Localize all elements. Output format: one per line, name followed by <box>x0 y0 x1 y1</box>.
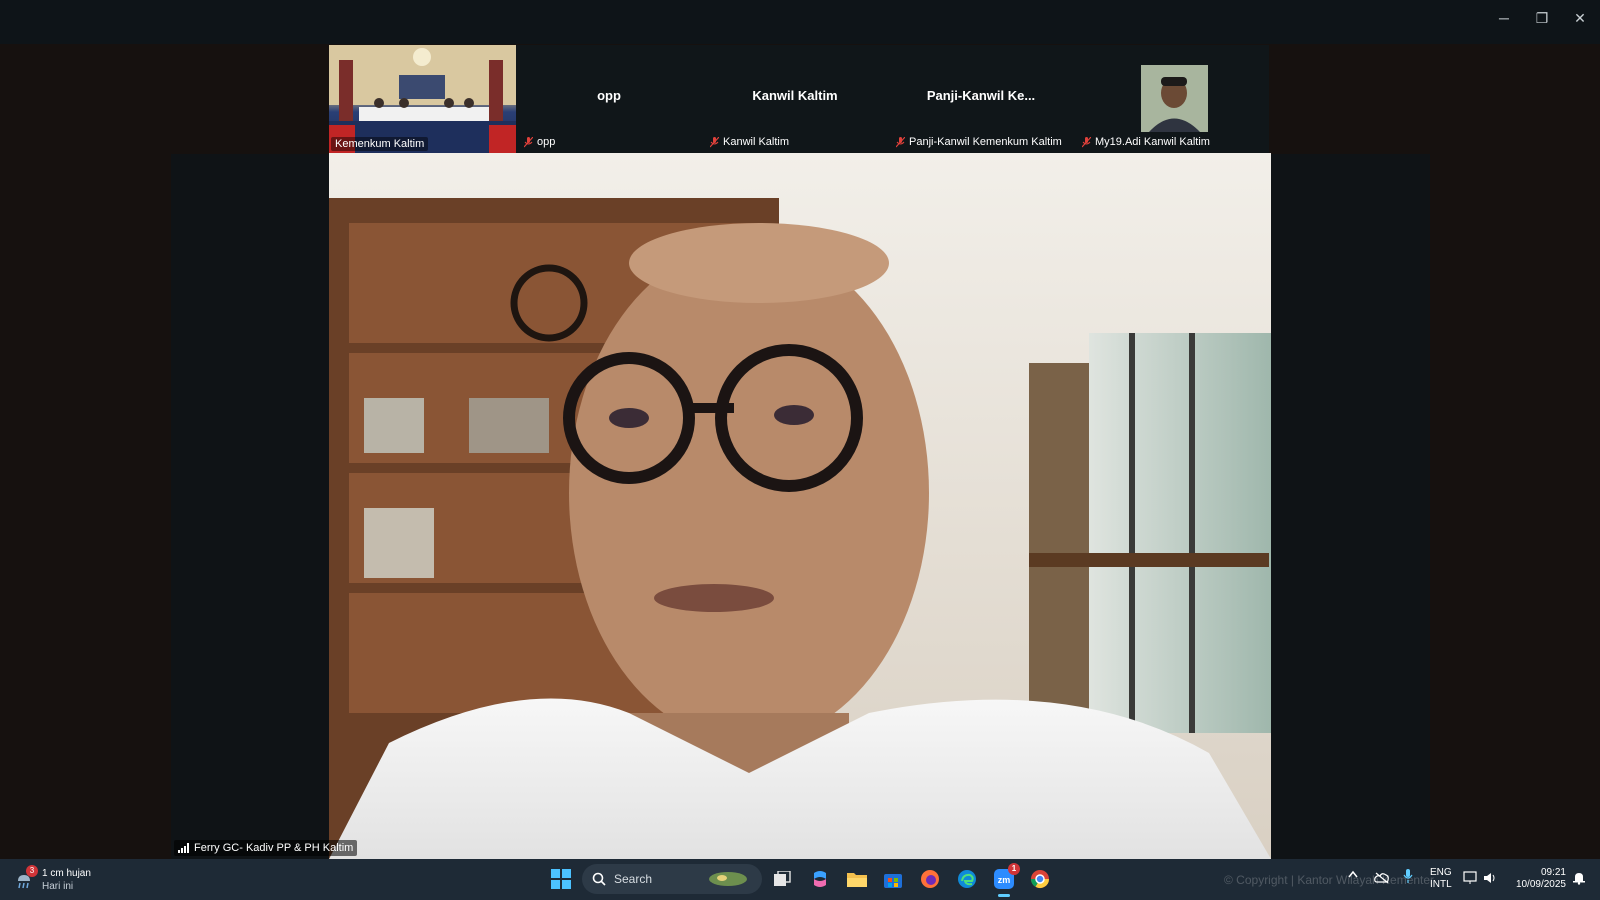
minimize-button[interactable]: ─ <box>1486 6 1522 30</box>
taskbar-search[interactable]: Search <box>582 864 762 894</box>
tray-overflow-button[interactable] <box>1348 869 1358 881</box>
active-app-indicator <box>998 894 1010 897</box>
participant-tile-opp[interactable]: opp opp <box>516 45 702 153</box>
participant-name: opp <box>537 136 556 148</box>
network-icon <box>1463 871 1477 884</box>
participant-name: My19.Adi Kanwil Kaltim <box>1095 136 1210 148</box>
participant-label: My19.Adi Kanwil Kaltim <box>1078 135 1214 149</box>
edge-icon <box>958 870 976 888</box>
participant-tile-kanwil-kaltim[interactable]: Kanwil Kaltim Kanwil Kaltim <box>702 45 888 153</box>
volume-button[interactable] <box>1483 871 1497 889</box>
person-avatar-image <box>1141 65 1208 132</box>
zoom-badge: 1 <box>1008 863 1020 875</box>
mic-muted-icon <box>710 136 719 147</box>
windows-taskbar: 3 1 cm hujan Hari ini Search zm 1 © Copy… <box>0 859 1600 900</box>
close-button[interactable]: ✕ <box>1562 6 1598 30</box>
speaker-volume-icon <box>1484 873 1495 883</box>
minimize-icon: ─ <box>1499 10 1509 26</box>
clock[interactable]: 09:21 10/09/2025 <box>1508 867 1566 891</box>
participant-name: Panji-Kanwil Kemenkum Kaltim <box>909 136 1062 148</box>
language-line1: ENG <box>1430 867 1452 878</box>
mic-muted-icon <box>896 136 905 147</box>
chrome-icon <box>1031 870 1049 889</box>
mic-muted-icon <box>524 136 533 147</box>
gallery-strip: Kemenkum Kaltim opp opp Kanwil Kaltim Ka… <box>329 45 1269 153</box>
restore-button[interactable]: ❐ <box>1524 6 1560 30</box>
start-button[interactable] <box>549 867 573 891</box>
search-icon <box>592 872 606 886</box>
close-icon: ✕ <box>1574 9 1586 26</box>
notifications-button[interactable] <box>1572 871 1586 890</box>
firefox-button[interactable] <box>918 867 942 891</box>
cloud-offline-icon <box>1374 872 1389 884</box>
firefox-icon <box>921 870 939 888</box>
speaker-name-label: Ferry GC- Kadiv PP & PH Kaltim <box>174 840 358 856</box>
speaker-video-frame <box>329 153 1271 859</box>
participant-tile-kemenkum-kaltim[interactable]: Kemenkum Kaltim <box>329 45 516 153</box>
participant-label: Kemenkum Kaltim <box>331 137 429 151</box>
participant-name: Kanwil Kaltim <box>723 136 790 148</box>
copilot-icon <box>814 871 826 887</box>
weather-line1: 1 cm hujan <box>42 868 91 879</box>
active-speaker-video <box>329 153 1271 859</box>
participant-tile-panji[interactable]: Panji-Kanwil Ke... Panji-Kanwil Kemenkum… <box>888 45 1074 153</box>
participant-label: opp <box>520 135 559 149</box>
edge-button[interactable] <box>955 867 979 891</box>
clock-date: 10/09/2025 <box>1515 879 1566 890</box>
participant-display-name: Kanwil Kaltim <box>752 88 838 103</box>
signal-bars-icon <box>178 843 189 853</box>
mic-muted-icon <box>1082 136 1091 147</box>
file-explorer-icon <box>847 873 867 887</box>
store-icon <box>884 874 902 888</box>
microphone-icon <box>1403 869 1413 883</box>
participant-name: Kemenkum Kaltim <box>335 138 425 150</box>
chrome-button[interactable] <box>1028 867 1052 891</box>
participant-label: Kanwil Kaltim <box>706 135 793 149</box>
speaker-name: Ferry GC- Kadiv PP & PH Kaltim <box>194 842 354 854</box>
zoom-button[interactable]: zm 1 <box>992 863 1020 897</box>
weather-widget[interactable]: 3 1 cm hujan Hari ini <box>14 865 124 895</box>
search-highlight-icon <box>709 872 747 886</box>
copilot-button[interactable] <box>808 867 832 891</box>
window-titlebar: ─ ❐ ✕ <box>0 0 1600 44</box>
microphone-button[interactable] <box>1403 868 1413 889</box>
store-button[interactable] <box>881 867 905 891</box>
task-view-button[interactable] <box>770 867 794 891</box>
participant-avatar <box>1141 65 1208 132</box>
weather-line2: Hari ini <box>42 881 74 892</box>
language-line2: INTL <box>1430 879 1452 890</box>
participant-label: Panji-Kanwil Kemenkum Kaltim <box>892 135 1066 149</box>
chevron-up-icon <box>1348 870 1358 878</box>
weather-badge: 3 <box>26 865 38 877</box>
file-explorer-button[interactable] <box>845 867 869 891</box>
svg-text:zm: zm <box>998 875 1011 885</box>
bell-icon <box>1573 873 1585 885</box>
network-button[interactable] <box>1463 871 1479 890</box>
clock-time: 09:21 <box>1540 867 1566 878</box>
onedrive-button[interactable] <box>1374 871 1390 889</box>
participant-display-name: Panji-Kanwil Ke... <box>926 88 1036 103</box>
restore-icon: ❐ <box>1535 9 1549 26</box>
search-placeholder: Search <box>614 872 653 886</box>
participant-display-name: opp <box>597 88 621 103</box>
task-view-icon <box>774 871 791 886</box>
windows-start-icon <box>551 869 571 889</box>
